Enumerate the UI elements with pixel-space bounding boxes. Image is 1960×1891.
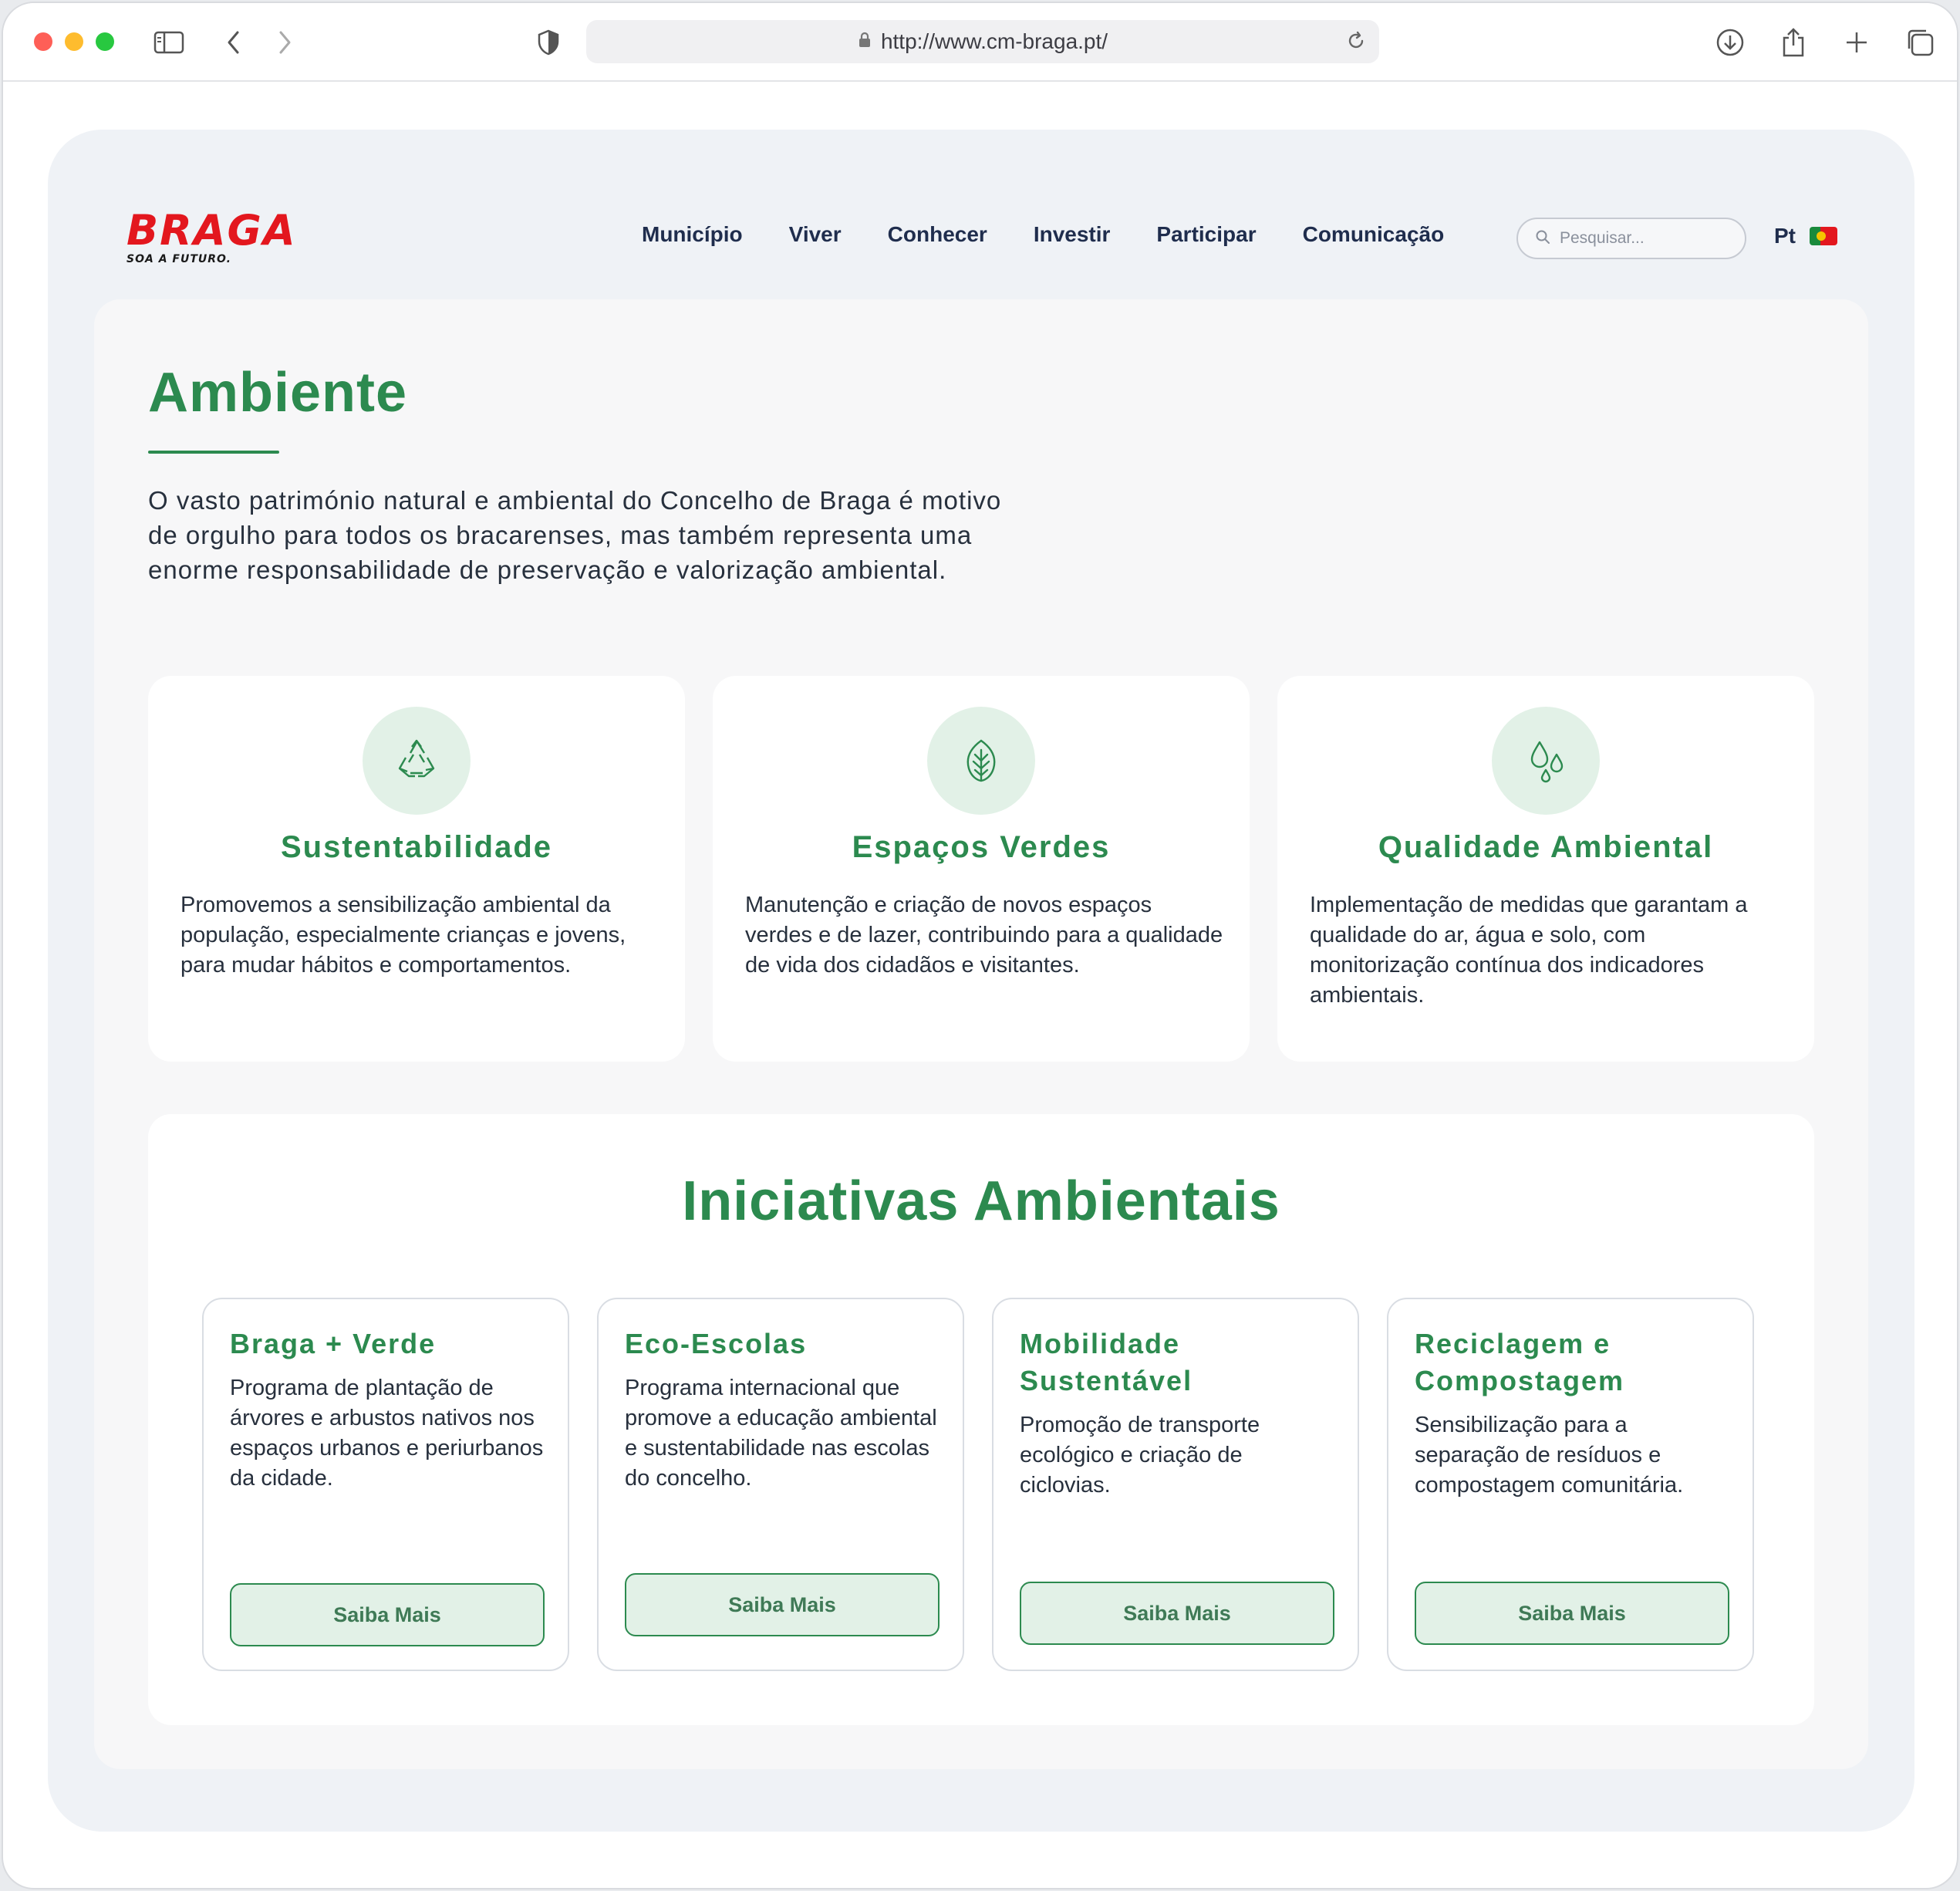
nav-item-viver[interactable]: Viver [789, 221, 842, 248]
reload-icon[interactable] [1345, 30, 1367, 56]
language-label: Pt [1774, 224, 1796, 248]
search-icon [1535, 229, 1550, 248]
initiative-text: Promoção de transporte ecológico e criaç… [1020, 1413, 1260, 1498]
content-panel: Ambiente O vasto património natural e am… [94, 299, 1868, 1769]
intro-text: O vasto património natural e ambiental d… [148, 486, 1002, 584]
saiba-mais-button[interactable]: Saiba Mais [230, 1583, 545, 1646]
initiative-title: Reciclagem e Compostagem [1415, 1328, 1625, 1396]
nav-item-investir[interactable]: Investir [1034, 221, 1111, 248]
initiative-card-mobilidade-sustentavel: Mobilidade Sustentável Promoção de trans… [992, 1298, 1359, 1671]
feature-card-sustentabilidade: Sustentabilidade Promovemos a sensibiliz… [148, 676, 685, 1062]
initiatives-section: Iniciativas Ambientais Braga + Verde Pro… [148, 1114, 1814, 1725]
download-icon[interactable] [1711, 23, 1749, 62]
maximize-window-button[interactable] [96, 32, 114, 51]
nav-item-conhecer[interactable]: Conhecer [888, 221, 987, 248]
portugal-flag-icon [1810, 227, 1837, 245]
initiatives-title: Iniciativas Ambientais [682, 1170, 1280, 1232]
page-title: Ambiente [148, 362, 408, 424]
initiative-title: Braga + Verde [230, 1328, 437, 1359]
saiba-mais-button[interactable]: Saiba Mais [625, 1573, 940, 1636]
minimize-window-button[interactable] [65, 32, 83, 51]
browser-window: http://www.cm-braga.pt/ BRAGA SOA A FUTU… [2, 2, 1958, 1889]
title-divider [148, 451, 279, 454]
language-switcher[interactable]: Pt [1774, 224, 1837, 248]
feature-title: Espaços Verdes [852, 830, 1111, 864]
leaf-icon [927, 707, 1035, 815]
initiative-card-reciclagem-compostagem: Reciclagem e Compostagem Sensibilização … [1387, 1298, 1754, 1671]
feature-cards: Sustentabilidade Promovemos a sensibiliz… [148, 676, 1814, 1062]
search-input[interactable]: Pesquisar... [1516, 218, 1746, 259]
initiative-text: Programa de plantação de árvores e arbus… [230, 1376, 544, 1491]
back-icon[interactable] [214, 23, 253, 62]
water-drops-icon [1492, 707, 1600, 815]
logo-wordmark: BRAGA [127, 206, 297, 255]
nav-item-comunicacao[interactable]: Comunicação [1303, 221, 1445, 248]
sidebar-toggle-icon[interactable] [150, 23, 188, 62]
address-bar[interactable]: http://www.cm-braga.pt/ [586, 20, 1379, 63]
url-text: http://www.cm-braga.pt/ [880, 29, 1108, 53]
nav-item-municipio[interactable]: Município [642, 221, 743, 248]
browser-toolbar: http://www.cm-braga.pt/ [3, 3, 1957, 82]
feature-text: Manutenção e criação de novos espaços ve… [745, 893, 1223, 978]
feature-title: Sustentabilidade [280, 830, 553, 864]
initiative-card-braga-verde: Braga + Verde Programa de plantação de á… [202, 1298, 569, 1671]
initiative-cards: Braga + Verde Programa de plantação de á… [202, 1298, 1754, 1671]
nav-item-participar[interactable]: Participar [1156, 221, 1256, 248]
recycle-icon [363, 707, 471, 815]
logo-tagline: SOA A FUTURO. [127, 253, 231, 265]
page-container: BRAGA SOA A FUTURO. Município Viver Conh… [48, 130, 1914, 1832]
feature-text: Promovemos a sensibilização ambiental da… [180, 893, 626, 978]
feature-card-espacos-verdes: Espaços Verdes Manutenção e criação de n… [713, 676, 1250, 1062]
initiative-title: Mobilidade Sustentável [1020, 1328, 1193, 1396]
new-tab-icon[interactable] [1837, 23, 1876, 62]
main-nav: Município Viver Conhecer Investir Partic… [642, 221, 1490, 248]
feature-title: Qualidade Ambiental [1378, 830, 1714, 864]
search-placeholder: Pesquisar... [1560, 229, 1645, 247]
tab-overview-icon[interactable] [1901, 23, 1939, 62]
saiba-mais-button[interactable]: Saiba Mais [1020, 1582, 1334, 1645]
initiative-card-eco-escolas: Eco-Escolas Programa internacional que p… [597, 1298, 964, 1671]
lock-icon [858, 32, 872, 52]
initiative-text: Programa internacional que promove a edu… [625, 1376, 937, 1491]
braga-logo[interactable]: BRAGA SOA A FUTURO. [127, 206, 297, 266]
saiba-mais-button[interactable]: Saiba Mais [1415, 1582, 1729, 1645]
close-window-button[interactable] [34, 32, 52, 51]
privacy-shield-icon[interactable] [529, 23, 568, 62]
forward-icon[interactable] [265, 23, 304, 62]
initiative-text: Sensibilização para a separação de resíd… [1415, 1413, 1684, 1498]
feature-text: Implementação de medidas que garantam a … [1310, 893, 1748, 1008]
feature-card-qualidade-ambiental: Qualidade Ambiental Implementação de med… [1277, 676, 1814, 1062]
initiative-title: Eco-Escolas [625, 1328, 808, 1359]
share-icon[interactable] [1774, 23, 1813, 62]
